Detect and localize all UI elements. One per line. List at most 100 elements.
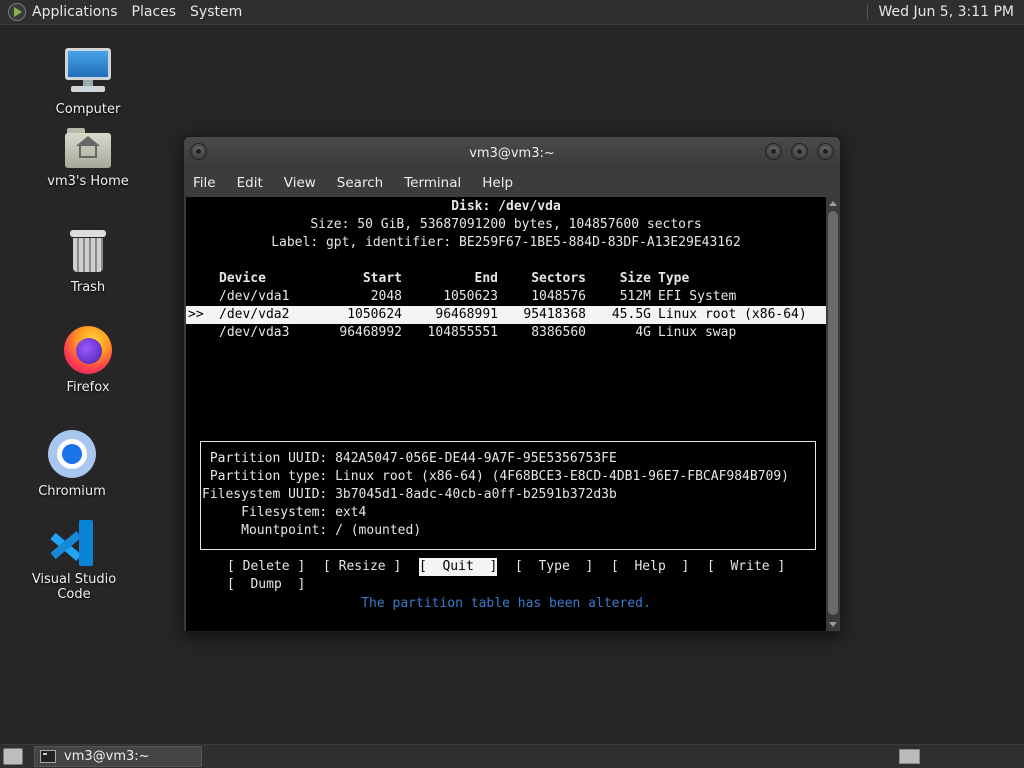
terminal-content[interactable]: Disk: /dev/vda Size: 50 GiB, 53687091200… [186,197,826,631]
desktop-icon-label: Chromium [38,484,106,499]
maximize-button[interactable] [791,143,808,160]
info-line: Filesystem UUID: 3b7045d1-8adc-40cb-a0ff… [202,486,617,504]
partition-end: 1050623 [443,289,498,304]
disk-size: Size: 50 GiB, 53687091200 bytes, 1048576… [310,217,702,232]
chromium-icon [48,430,96,478]
dump-button[interactable]: [ Dump ] [227,576,305,594]
menu-file[interactable]: File [193,175,216,191]
desktop-icon-home[interactable]: vm3's Home [28,128,148,189]
menu-view[interactable]: View [284,175,316,191]
taskbar-item-label: vm3@vm3:~ [64,749,150,764]
vscode-icon [50,520,97,566]
desktop-icon-trash[interactable]: Trash [28,230,148,295]
partition-device: /dev/vda1 [219,289,290,304]
info-line: Filesystem: ext4 [202,504,366,522]
home-folder-icon [65,128,111,168]
partition-row[interactable]: /dev/vda1 2048 1050623 1048576 512M EFI … [186,288,826,306]
menu-edit[interactable]: Edit [237,175,263,191]
type-button[interactable]: [ Type ] [515,558,593,576]
menu-places[interactable]: Places [132,4,177,20]
info-value: 3b7045d1-8adc-40cb-a0ff-b2591b372d3b [335,487,617,502]
partition-sectors: 1048576 [531,289,586,304]
terminal-icon [40,750,56,763]
window-menu-button[interactable] [190,143,207,160]
window-title: vm3@vm3:~ [469,145,555,161]
disk-label: Label: gpt, identifier: BE259F67-1BE5-88… [271,235,741,250]
info-line: Partition type: Linux root (x86-64) (4F6… [202,468,789,486]
partition-type: Linux root (x86-64) [658,307,807,322]
desktop-icon-chromium[interactable]: Chromium [12,430,132,499]
menu-search[interactable]: Search [337,175,383,191]
partition-start: 96468992 [339,325,402,340]
top-panel: Applications Places System Wed Jun 5, 3:… [0,0,1024,25]
info-line: Mountpoint: / (mounted) [202,522,421,540]
info-key: Filesystem: [202,505,328,520]
header-size: Size [619,271,651,286]
desktop-icon-computer[interactable]: Computer [28,46,148,117]
workspace-switcher[interactable] [899,749,920,764]
menu-applications[interactable]: Applications [32,4,118,20]
info-value: / (mounted) [335,523,422,538]
partition-size: 45.5G [611,307,651,322]
partition-size: 512M [619,289,651,304]
info-key: Mountpoint: [202,523,328,538]
desktop-icon-label: Computer [55,102,121,117]
info-key: Partition UUID: [202,451,328,466]
menu-help[interactable]: Help [482,175,513,191]
delete-button[interactable]: [ Delete ] [227,558,305,576]
desktop-icon-label: Visual Studio Code [31,572,117,602]
close-button[interactable] [817,143,834,160]
write-button[interactable]: [ Write ] [707,558,785,576]
partition-type: Linux swap [658,325,737,340]
partition-start: 2048 [370,289,402,304]
minimize-button[interactable] [765,143,782,160]
info-key: Filesystem UUID: [202,487,328,502]
trash-icon [70,230,106,274]
info-line: Partition UUID: 842A5047-056E-DE44-9A7F-… [202,450,617,468]
partition-start: 1050624 [347,307,402,322]
menu-system[interactable]: System [190,4,242,20]
partition-table-header: Device Start End Sectors Size Type [186,270,826,288]
status-message: The partition table has been altered. [361,596,651,611]
header-type: Type [658,271,690,286]
partition-size: 4G [635,325,651,340]
scroll-down-icon[interactable] [829,622,837,627]
partition-type: EFI System [658,289,737,304]
computer-icon [63,46,113,96]
info-value: 842A5047-056E-DE44-9A7F-95E5356753FE [335,451,617,466]
menu-logo-icon[interactable] [8,3,26,21]
terminal-menubar: File Edit View Search Terminal Help [184,169,840,197]
desktop-icon-firefox[interactable]: Firefox [28,326,148,395]
partition-row-selected[interactable]: >> /dev/vda2 1050624 96468991 95418368 4… [186,306,826,324]
taskbar-item-terminal[interactable]: vm3@vm3:~ [34,746,202,767]
clock[interactable]: Wed Jun 5, 3:11 PM [867,4,1024,20]
partition-sectors: 95418368 [523,307,586,322]
scroll-up-icon[interactable] [829,201,837,206]
partition-end: 96468991 [435,307,498,322]
quit-button[interactable]: [ Quit ] [419,558,498,576]
partition-end: 104855551 [427,325,498,340]
header-sectors: Sectors [531,271,586,286]
partition-device: /dev/vda2 [219,307,290,322]
bottom-panel: vm3@vm3:~ [0,744,1024,768]
header-start: Start [362,271,402,286]
help-button[interactable]: [ Help ] [611,558,689,576]
window-titlebar[interactable]: vm3@vm3:~ [184,137,840,169]
terminal-window: vm3@vm3:~ File Edit View Search Terminal… [183,136,841,632]
menu-terminal[interactable]: Terminal [404,175,461,191]
desktop-icon-label: Trash [70,280,106,295]
scrollbar-thumb[interactable] [828,211,838,615]
selection-marker: >> [188,307,204,322]
desktop-icon-vscode[interactable]: Visual Studio Code [14,520,134,602]
desktop-icon-label: Firefox [66,380,110,395]
resize-button[interactable]: [ Resize ] [323,558,401,576]
info-key: Partition type: [202,469,328,484]
firefox-icon [64,326,112,374]
partition-row[interactable]: /dev/vda3 96468992 104855551 8386560 4G … [186,324,826,342]
header-device: Device [219,271,266,286]
info-value: ext4 [335,505,367,520]
partition-device: /dev/vda3 [219,325,290,340]
disk-name: Disk: /dev/vda [451,199,561,214]
terminal-scrollbar[interactable] [826,197,840,631]
show-desktop-icon[interactable] [3,748,23,765]
